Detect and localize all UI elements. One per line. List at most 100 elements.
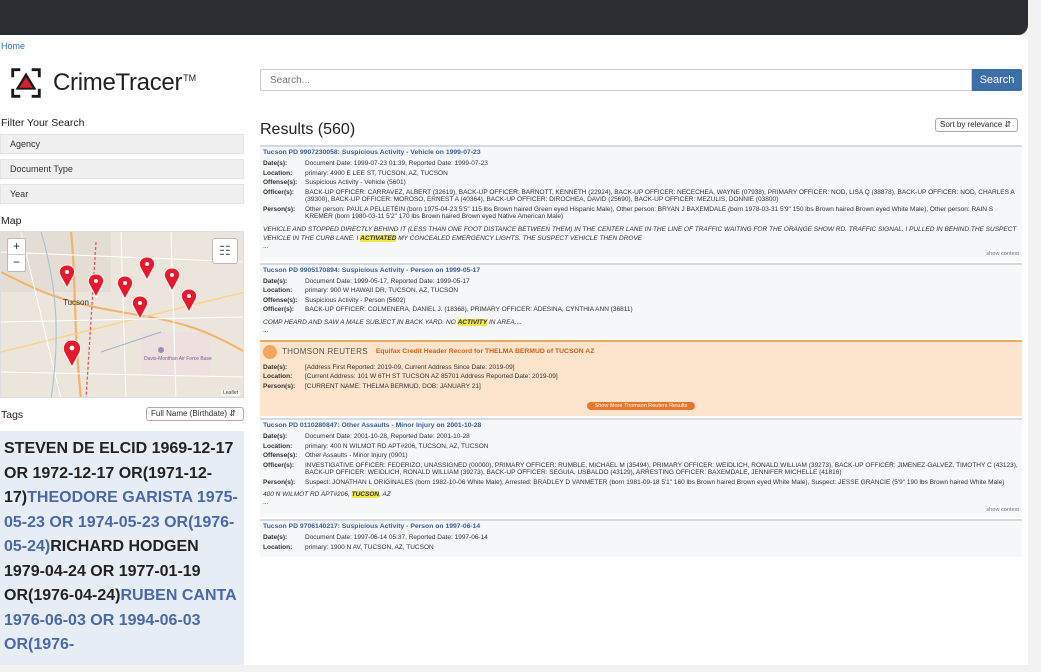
snippet-text: 400 N WILMOT RD APT#206, xyxy=(263,491,352,498)
label-location: Location: xyxy=(263,373,293,380)
thomson-reuters-logo-icon xyxy=(263,344,277,359)
crimetracer-logo-icon xyxy=(11,68,41,98)
layers-icon[interactable]: ☷ xyxy=(212,238,238,264)
label-offenses: Offense(s): xyxy=(263,452,298,459)
value-dates: Document Date: 2001-10-28, Reported Date… xyxy=(305,433,470,440)
show-context-link[interactable]: show context xyxy=(263,507,1019,513)
zoom-in-button[interactable]: + xyxy=(8,239,25,255)
label-officers: Officer(s): xyxy=(263,188,295,196)
snippet-highlight: ACTIVITY xyxy=(457,318,488,326)
value-dates: Document Date: 1997-06-14 05:37, Reporte… xyxy=(305,534,488,541)
label-dates: Date(s): xyxy=(263,277,288,285)
thomson-reuters-brand: THOMSON REUTERS xyxy=(282,347,368,356)
label-persons: Person(s): xyxy=(263,205,296,213)
label-dates: Date(s): xyxy=(263,363,288,371)
label-offenses: Offense(s): xyxy=(263,296,298,304)
result-snippet: COMP HEARD AND SAW A MALE SUBJECT IN BAC… xyxy=(263,318,1019,327)
filter-heading: Filter Your Search xyxy=(1,117,85,129)
map-city-label: Tucson xyxy=(63,298,89,307)
filter-document-type[interactable]: Document Type xyxy=(0,159,244,179)
tags-type-select[interactable]: Full Name (Birthdate) ⇵ xyxy=(146,407,244,421)
result-title-link[interactable]: Tucson PD 9907230058: Suspicious Activit… xyxy=(263,149,1019,156)
value-persons: Other person: PAUL A PELLETEIN (born 197… xyxy=(305,205,994,221)
snippet-highlight: TUCSON xyxy=(351,491,380,498)
show-context-link[interactable]: show context xyxy=(263,251,1019,257)
thomson-record-title-link[interactable]: Equifax Credit Header Record for THELMA … xyxy=(376,348,595,355)
label-location: Location: xyxy=(263,442,293,450)
snippet-highlight: ACTIVATED xyxy=(360,234,397,242)
snippet-text: COMP HEARD AND SAW A MALE SUBJECT IN BAC… xyxy=(263,318,458,326)
tag-cloud: STEVEN DE ELCID 1969-12-17 OR 1972-12-17… xyxy=(0,431,244,665)
thomson-reuters-record: THOMSON REUTERS Equifax Credit Header Re… xyxy=(260,339,1022,416)
value-location: [Current Address: 101 W 6TH ST TUCSON AZ… xyxy=(305,373,558,380)
value-dates: [Address First Reported: 2019-09, Curren… xyxy=(305,363,515,371)
filter-year[interactable]: Year xyxy=(0,184,244,204)
label-location: Location: xyxy=(263,543,293,551)
result-record: Tucson PD 0110280847: Other Assaults - M… xyxy=(260,418,1022,517)
results-title: Results (560) xyxy=(260,121,356,138)
result-record: Tucson PD 9905170894: Suspicious Activit… xyxy=(260,262,1022,338)
map-zoom-control: + − xyxy=(7,238,26,272)
value-offenses: Suspicious Activity - Vehicle (5601) xyxy=(305,179,406,186)
label-location: Location: xyxy=(263,169,293,177)
value-persons: [CURRENT NAME: THELMA BERMUD, DOB: JANUA… xyxy=(305,382,481,390)
snippet-ellipsis: ... xyxy=(263,326,269,334)
page: Home CrimeTracer TM Search Filter Your S… xyxy=(0,35,1028,665)
label-dates: Date(s): xyxy=(263,534,288,541)
tags-heading: Tags xyxy=(1,409,24,421)
browser-top-bar xyxy=(0,0,1028,35)
map-base-label: Davis-Monthan Air Force Base xyxy=(144,356,212,362)
brand-name: CrimeTracer xyxy=(53,69,183,96)
show-more-thomson-button[interactable]: Show More Thomson Reuters Results xyxy=(587,402,695,410)
value-officers: INVESTIGATIVE OFFICER: FEDERIZO, UNASSIG… xyxy=(305,461,1018,477)
map-tiles: Tucson Davis-Monthan Air Force Base xyxy=(1,232,243,397)
snippet-text: MY CONCEALED EMERGENCY LIGHTS. THE SUSPE… xyxy=(396,234,643,242)
value-location: primary: 400 N WILMOT RD APT#206, TUCSON… xyxy=(305,442,489,450)
value-location: primary: 900 W HAWAII DR, TUCSON, AZ, TU… xyxy=(305,287,459,294)
result-title-link[interactable]: Tucson PD 9706140217: Suspicious Activit… xyxy=(263,523,1019,530)
result-snippet: VEHICLE AND STOPPED DIRECTLY BEHIND IT (… xyxy=(263,225,1019,243)
value-dates: Document Date: 1999-07-23 01:39, Reporte… xyxy=(305,160,488,167)
brand-logo[interactable]: CrimeTracer TM xyxy=(7,64,196,102)
search-input[interactable] xyxy=(260,69,972,91)
label-officers: Officer(s): xyxy=(263,306,295,313)
value-officers: BACK-UP OFFICER: COLMENERA, DANIEL J. (1… xyxy=(305,306,633,313)
result-snippet: 400 N WILMOT RD APT#206, TUCSON, AZ xyxy=(263,490,1019,499)
label-location: Location: xyxy=(263,287,293,294)
filter-agency[interactable]: Agency xyxy=(0,134,244,154)
incident-map[interactable]: Tucson Davis-Monthan Air Force Base + − xyxy=(0,231,244,398)
result-record: Tucson PD 9706140217: Suspicious Activit… xyxy=(260,519,1022,557)
value-location: primary: 4900 E LEE ST, TUCSON, AZ, TUCS… xyxy=(305,169,448,177)
label-offenses: Offense(s): xyxy=(263,179,298,186)
value-dates: Document Date: 1999-05-17, Reported Date… xyxy=(305,277,470,285)
snippet-text: , AZ xyxy=(379,491,391,498)
value-officers: BACK-UP OFFICER: CARRAVEZ, ALBERT (32619… xyxy=(305,188,1015,204)
sort-select[interactable]: Sort by relevance ⇵ xyxy=(935,118,1018,132)
label-officers: Officer(s): xyxy=(263,461,295,469)
value-location: primary: 1900 N AV, TUCSON, AZ, TUCSON xyxy=(305,543,434,551)
snippet-text: IN AREA.... xyxy=(487,318,522,326)
label-persons: Person(s): xyxy=(263,382,296,390)
label-dates: Date(s): xyxy=(263,433,288,440)
map-heading: Map xyxy=(1,215,22,227)
zoom-out-button[interactable]: − xyxy=(8,255,25,271)
value-persons: Suspect: JONATHAN L ORIGINALES (born 198… xyxy=(305,478,1005,486)
value-offenses: Other Assaults - Minor Injury (0901) xyxy=(305,452,408,459)
breadcrumb-home[interactable]: Home xyxy=(1,41,25,51)
brand-trademark: TM xyxy=(183,73,197,83)
tags-select-value: Full Name (Birthdate) xyxy=(151,409,228,418)
result-title-link[interactable]: Tucson PD 0110280847: Other Assaults - M… xyxy=(263,422,1019,429)
snippet-ellipsis: ... xyxy=(263,499,269,506)
snippet-ellipsis: ... xyxy=(263,242,269,250)
sort-select-value: Sort by relevance xyxy=(940,120,1003,129)
result-record: Tucson PD 9907230058: Suspicious Activit… xyxy=(260,145,1022,261)
search-button[interactable]: Search xyxy=(972,69,1022,91)
chevron-updown-icon: ⇵ xyxy=(1004,120,1012,129)
value-offenses: Suspicious Activity - Person (5602) xyxy=(305,296,406,304)
map-attribution[interactable]: Leaflet xyxy=(220,390,240,396)
label-persons: Person(s): xyxy=(263,478,296,486)
result-title-link[interactable]: Tucson PD 9905170894: Suspicious Activit… xyxy=(263,267,1019,274)
chevron-updown-icon: ⇵ xyxy=(229,409,236,418)
results-list: Tucson PD 9907230058: Suspicious Activit… xyxy=(260,145,1022,665)
label-dates: Date(s): xyxy=(263,160,288,167)
